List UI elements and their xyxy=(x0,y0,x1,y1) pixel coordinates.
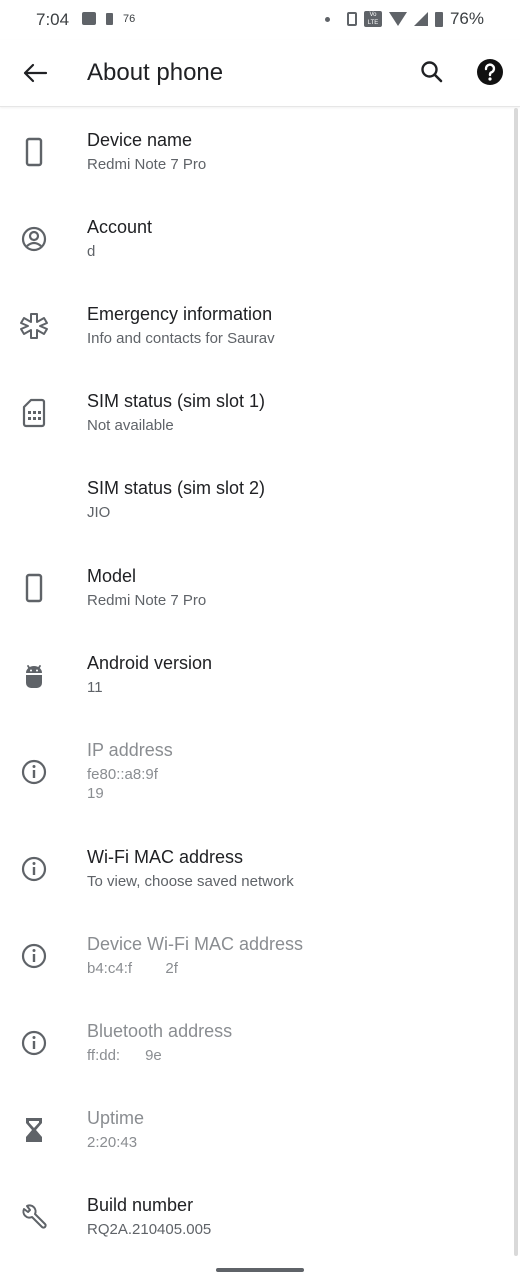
info-icon xyxy=(18,756,50,788)
scrollbar[interactable] xyxy=(514,108,518,1256)
sim-notification-icon xyxy=(106,12,113,25)
item-title: Bluetooth address xyxy=(87,1021,233,1041)
item-subtitle: Redmi Note 7 Pro xyxy=(87,156,207,173)
bluetooth-address-item: Bluetooth address ff:dd: 9e xyxy=(0,999,520,1085)
item-title: Account xyxy=(87,217,153,237)
item-title: Model xyxy=(87,566,137,586)
cellular-signal-icon xyxy=(413,12,428,26)
wifi-icon xyxy=(388,12,407,26)
ip-address-item: IP address fe80::a8:9f 19 xyxy=(0,718,520,804)
item-title: Android version xyxy=(87,653,213,673)
item-subtitle: 2:20:43 xyxy=(87,1134,138,1151)
item-subtitle-2: 19 xyxy=(87,785,104,802)
arrow-back-icon xyxy=(23,63,48,83)
item-title: SIM status (sim slot 1) xyxy=(87,391,266,411)
info-icon xyxy=(18,940,50,972)
item-subtitle: Redmi Note 7 Pro xyxy=(87,592,207,609)
app-bar: About phone xyxy=(0,40,520,107)
back-button[interactable] xyxy=(18,56,52,90)
item-subtitle: 11 xyxy=(87,679,103,696)
vibrate-icon xyxy=(346,12,357,26)
page-title: About phone xyxy=(87,59,224,86)
device-name-item[interactable]: Device name Redmi Note 7 Pro xyxy=(0,108,520,194)
info-icon xyxy=(18,1027,50,1059)
status-time: 7:04 xyxy=(36,10,70,29)
item-title: Device Wi-Fi MAC address xyxy=(87,934,304,954)
item-subtitle: Info and contacts for Saurav xyxy=(87,330,275,347)
phone-icon xyxy=(18,136,50,168)
notification-dot-icon xyxy=(324,16,330,22)
battery-icon xyxy=(434,11,443,27)
hourglass-icon xyxy=(18,1114,50,1146)
medical-asterisk-icon xyxy=(18,310,50,342)
sim-card-icon xyxy=(18,397,50,429)
status-bar: 7:04 76 Vo LTE 76% xyxy=(0,0,520,40)
item-subtitle: fe80::a8:9f xyxy=(87,766,158,783)
phone-icon xyxy=(18,572,50,604)
info-icon xyxy=(18,853,50,885)
search-button[interactable] xyxy=(416,56,448,88)
wifi-mac-address-item[interactable]: Wi-Fi MAC address To view, choose saved … xyxy=(0,825,520,911)
build-number-item[interactable]: Build number RQ2A.210405.005 xyxy=(0,1173,520,1259)
account-circle-icon xyxy=(18,223,50,255)
item-subtitle: ff:dd: 9e xyxy=(87,1047,162,1064)
uptime-item: Uptime 2:20:43 xyxy=(0,1086,520,1172)
item-subtitle: b4:c4:f 2f xyxy=(87,960,178,977)
gesture-navigation-handle[interactable] xyxy=(216,1268,304,1272)
item-title: Wi-Fi MAC address xyxy=(87,847,244,867)
item-subtitle: To view, choose saved network xyxy=(87,873,294,890)
device-wifi-mac-address-item: Device Wi-Fi MAC address b4:c4:f 2f xyxy=(0,912,520,998)
gallery-notification-icon xyxy=(82,12,96,25)
volte-icon: Vo LTE xyxy=(363,11,382,27)
android-version-item[interactable]: Android version 11 xyxy=(0,631,520,717)
help-icon xyxy=(477,59,503,85)
help-button[interactable] xyxy=(476,58,504,86)
item-title: IP address xyxy=(87,740,173,760)
sim-status-slot-2-item[interactable]: SIM status (sim slot 2) JIO xyxy=(0,456,520,542)
model-item[interactable]: Model Redmi Note 7 Pro xyxy=(0,544,520,630)
emergency-information-item[interactable]: Emergency information Info and contacts … xyxy=(0,282,520,368)
search-icon xyxy=(421,61,443,83)
item-title: Uptime xyxy=(87,1108,145,1128)
item-subtitle: Not available xyxy=(87,417,174,434)
item-title: Build number xyxy=(87,1195,194,1215)
wrench-icon xyxy=(18,1201,50,1233)
status-small-indicator: 76 xyxy=(123,12,136,25)
item-title: Emergency information xyxy=(87,304,273,324)
item-subtitle: d xyxy=(87,243,96,260)
battery-percent: 76% xyxy=(449,9,484,28)
sim-status-slot-1-item[interactable]: SIM status (sim slot 1) Not available xyxy=(0,369,520,455)
account-item[interactable]: Account d xyxy=(0,195,520,281)
item-subtitle: JIO xyxy=(87,504,111,521)
item-title: SIM status (sim slot 2) xyxy=(87,478,266,498)
android-icon xyxy=(18,659,50,691)
item-subtitle: RQ2A.210405.005 xyxy=(87,1221,212,1238)
item-title: Device name xyxy=(87,130,193,150)
